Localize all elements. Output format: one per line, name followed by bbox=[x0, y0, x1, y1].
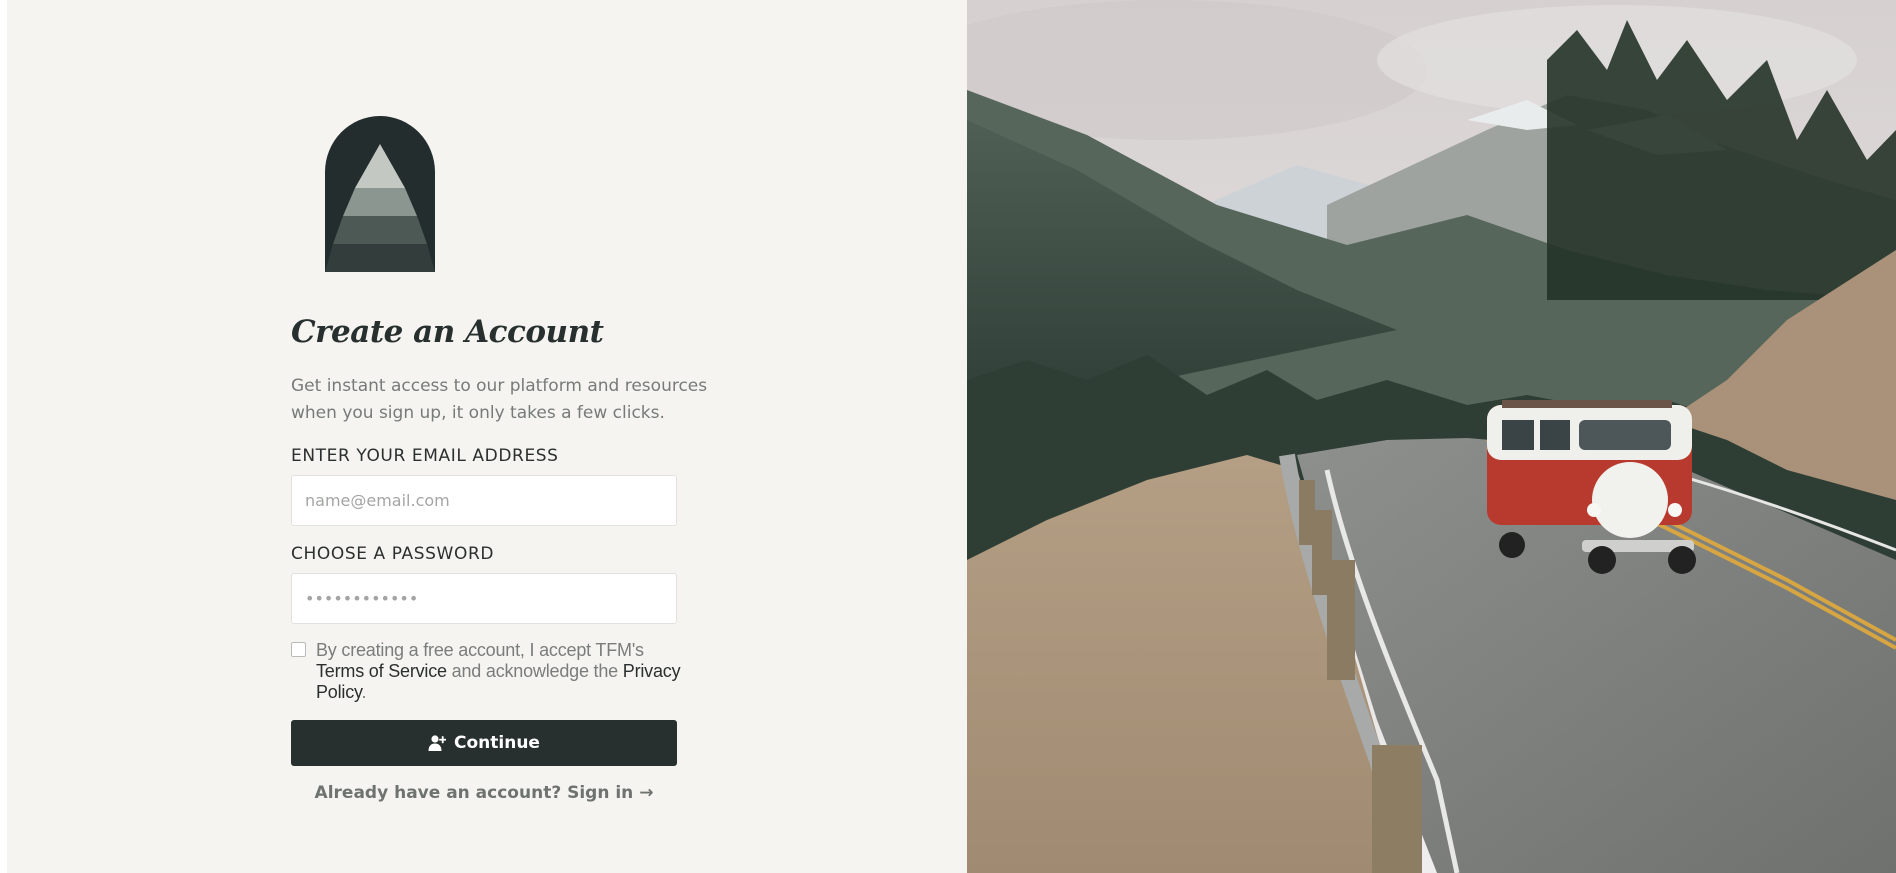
terms-of-service-link[interactable]: Terms of Service bbox=[316, 661, 447, 681]
camper-van-mountain-road-photo bbox=[967, 0, 1896, 873]
terms-text: By creating a free account, I accept TFM… bbox=[316, 640, 691, 703]
page-subtitle: Get instant access to our platform and r… bbox=[291, 376, 708, 423]
password-label: CHOOSE A PASSWORD bbox=[291, 544, 495, 564]
continue-label: Continue bbox=[454, 733, 540, 753]
email-field[interactable] bbox=[291, 475, 677, 526]
pine-tree-arch-logo-icon bbox=[325, 116, 435, 272]
password-field[interactable] bbox=[291, 573, 677, 624]
signup-panel: Create an Account Get instant access to … bbox=[7, 0, 967, 873]
terms-text-middle: and acknowledge the bbox=[446, 661, 623, 681]
sign-in-link[interactable]: Already have an account? Sign in → bbox=[291, 783, 677, 803]
add-user-icon bbox=[428, 735, 447, 751]
continue-button[interactable]: Continue bbox=[291, 720, 677, 766]
terms-text-before: By creating a free account, I accept TFM… bbox=[316, 640, 644, 660]
terms-text-after: . bbox=[361, 682, 367, 702]
terms-agreement: By creating a free account, I accept TFM… bbox=[291, 640, 691, 703]
page-title: Create an Account bbox=[291, 314, 604, 350]
email-label: ENTER YOUR EMAIL ADDRESS bbox=[291, 446, 559, 466]
terms-checkbox[interactable] bbox=[291, 642, 306, 657]
